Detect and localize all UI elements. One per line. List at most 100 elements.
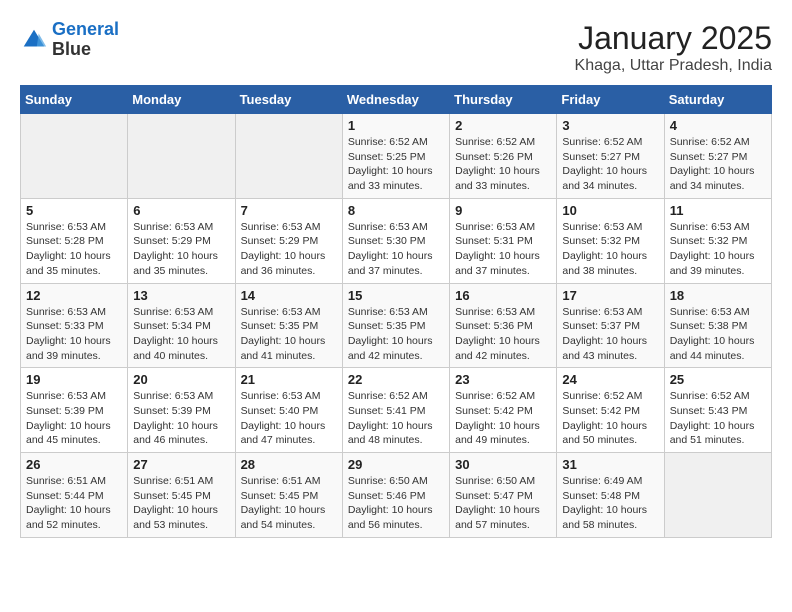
day-number: 15 [348,288,444,303]
logo-line1: General [52,19,119,39]
day-number: 31 [562,457,658,472]
calendar-cell: 24Sunrise: 6:52 AMSunset: 5:42 PMDayligh… [557,368,664,453]
day-number: 26 [26,457,122,472]
calendar-cell: 20 Sunrise: 6:53 AMSunset: 5:39 PMDayligh… [128,368,235,453]
day-number: 3 [562,118,658,133]
logo-line2: Blue [52,40,119,60]
day-info: Sunrise: 6:52 AMSunset: 5:42 PMDaylight:… [455,389,551,448]
weekday-header-thursday: Thursday [450,86,557,114]
day-number: 6 [133,203,229,218]
day-info: Sunrise: 6:53 AMSunset: 5:33 PMDaylight:… [26,305,122,364]
day-number: 14 [241,288,337,303]
week-row-4: 26 Sunrise: 6:51 AMSunset: 5:44 PMDayligh… [21,453,772,538]
day-number: 16 [455,288,551,303]
day-info: Sunrise: 6:53 AMSunset: 5:29 PMDaylight:… [241,220,337,279]
calendar-cell: 25 Sunrise: 6:52 AMSunset: 5:43 PMDayligh… [664,368,771,453]
weekday-header-sunday: Sunday [21,86,128,114]
day-number: 10 [562,203,658,218]
weekday-header-wednesday: Wednesday [342,86,449,114]
calendar-cell [21,114,128,199]
week-row-1: 5 Sunrise: 6:53 AMSunset: 5:28 PMDaylight… [21,198,772,283]
day-number: 23 [455,372,551,387]
calendar-cell: 19 Sunrise: 6:53 AMSunset: 5:39 PMDayligh… [21,368,128,453]
day-info: Sunrise: 6:52 AMSunset: 5:26 PMDaylight:… [455,135,551,194]
day-number: 13 [133,288,229,303]
day-number: 25 [670,372,766,387]
calendar-cell: 18 Sunrise: 6:53 AMSunset: 5:38 PMDayligh… [664,283,771,368]
day-number: 1 [348,118,444,133]
calendar-cell: 8Sunrise: 6:53 AMSunset: 5:30 PMDaylight… [342,198,449,283]
day-info: Sunrise: 6:53 AMSunset: 5:32 PMDaylight:… [670,220,766,279]
day-info: Sunrise: 6:53 AMSunset: 5:36 PMDaylight:… [455,305,551,364]
day-number: 11 [670,203,766,218]
weekday-header-monday: Monday [128,86,235,114]
calendar-cell: 9 Sunrise: 6:53 AMSunset: 5:31 PMDaylight… [450,198,557,283]
day-number: 27 [133,457,229,472]
calendar-cell: 2 Sunrise: 6:52 AMSunset: 5:26 PMDaylight… [450,114,557,199]
day-info: Sunrise: 6:53 AMSunset: 5:39 PMDaylight:… [26,389,122,448]
calendar-cell: 27 Sunrise: 6:51 AMSunset: 5:45 PMDayligh… [128,453,235,538]
week-row-2: 12 Sunrise: 6:53 AMSunset: 5:33 PMDayligh… [21,283,772,368]
calendar-cell: 11 Sunrise: 6:53 AMSunset: 5:32 PMDayligh… [664,198,771,283]
title-block: January 2025 Khaga, Uttar Pradesh, India [575,20,772,75]
day-number: 18 [670,288,766,303]
calendar-cell: 12 Sunrise: 6:53 AMSunset: 5:33 PMDayligh… [21,283,128,368]
day-number: 28 [241,457,337,472]
day-number: 5 [26,203,122,218]
calendar-cell: 4Sunrise: 6:52 AMSunset: 5:27 PMDaylight… [664,114,771,199]
day-number: 17 [562,288,658,303]
day-info: Sunrise: 6:52 AMSunset: 5:43 PMDaylight:… [670,389,766,448]
weekday-header-row: SundayMondayTuesdayWednesdayThursdayFrid… [21,86,772,114]
day-info: Sunrise: 6:52 AMSunset: 5:25 PMDaylight:… [348,135,444,194]
day-info: Sunrise: 6:53 AMSunset: 5:29 PMDaylight:… [133,220,229,279]
calendar-cell: 5 Sunrise: 6:53 AMSunset: 5:28 PMDaylight… [21,198,128,283]
day-info: Sunrise: 6:50 AMSunset: 5:47 PMDaylight:… [455,474,551,533]
day-number: 12 [26,288,122,303]
page-header: General Blue January 2025 Khaga, Uttar P… [20,20,772,75]
day-info: Sunrise: 6:51 AMSunset: 5:44 PMDaylight:… [26,474,122,533]
day-info: Sunrise: 6:53 AMSunset: 5:30 PMDaylight:… [348,220,444,279]
day-number: 9 [455,203,551,218]
logo: General Blue [20,20,119,60]
day-info: Sunrise: 6:53 AMSunset: 5:28 PMDaylight:… [26,220,122,279]
week-row-0: 1 Sunrise: 6:52 AMSunset: 5:25 PMDaylight… [21,114,772,199]
logo-icon [20,26,48,54]
calendar-cell: 29 Sunrise: 6:50 AMSunset: 5:46 PMDayligh… [342,453,449,538]
day-number: 7 [241,203,337,218]
day-info: Sunrise: 6:52 AMSunset: 5:27 PMDaylight:… [670,135,766,194]
calendar-cell: 13 Sunrise: 6:53 AMSunset: 5:34 PMDayligh… [128,283,235,368]
day-info: Sunrise: 6:53 AMSunset: 5:31 PMDaylight:… [455,220,551,279]
day-info: Sunrise: 6:53 AMSunset: 5:35 PMDaylight:… [348,305,444,364]
calendar-table: SundayMondayTuesdayWednesdayThursdayFrid… [20,85,772,538]
day-info: Sunrise: 6:53 AMSunset: 5:34 PMDaylight:… [133,305,229,364]
weekday-header-saturday: Saturday [664,86,771,114]
day-number: 21 [241,372,337,387]
calendar-cell: 22 Sunrise: 6:52 AMSunset: 5:41 PMDayligh… [342,368,449,453]
day-number: 2 [455,118,551,133]
day-info: Sunrise: 6:53 AMSunset: 5:40 PMDaylight:… [241,389,337,448]
day-info: Sunrise: 6:53 AMSunset: 5:39 PMDaylight:… [133,389,229,448]
day-info: Sunrise: 6:51 AMSunset: 5:45 PMDaylight:… [241,474,337,533]
calendar-cell: 10Sunrise: 6:53 AMSunset: 5:32 PMDayligh… [557,198,664,283]
month-title: January 2025 [575,20,772,57]
calendar-cell: 17Sunrise: 6:53 AMSunset: 5:37 PMDayligh… [557,283,664,368]
calendar-cell [128,114,235,199]
day-number: 19 [26,372,122,387]
calendar-cell [235,114,342,199]
day-info: Sunrise: 6:52 AMSunset: 5:41 PMDaylight:… [348,389,444,448]
day-info: Sunrise: 6:50 AMSunset: 5:46 PMDaylight:… [348,474,444,533]
logo-text: General Blue [52,20,119,60]
calendar-cell: 23 Sunrise: 6:52 AMSunset: 5:42 PMDayligh… [450,368,557,453]
week-row-3: 19 Sunrise: 6:53 AMSunset: 5:39 PMDayligh… [21,368,772,453]
calendar-cell: 21 Sunrise: 6:53 AMSunset: 5:40 PMDayligh… [235,368,342,453]
calendar-cell: 15 Sunrise: 6:53 AMSunset: 5:35 PMDayligh… [342,283,449,368]
day-number: 22 [348,372,444,387]
day-number: 29 [348,457,444,472]
day-info: Sunrise: 6:52 AMSunset: 5:27 PMDaylight:… [562,135,658,194]
calendar-cell: 16 Sunrise: 6:53 AMSunset: 5:36 PMDayligh… [450,283,557,368]
day-number: 20 [133,372,229,387]
day-info: Sunrise: 6:53 AMSunset: 5:38 PMDaylight:… [670,305,766,364]
calendar-cell: 6 Sunrise: 6:53 AMSunset: 5:29 PMDaylight… [128,198,235,283]
calendar-cell: 7 Sunrise: 6:53 AMSunset: 5:29 PMDaylight… [235,198,342,283]
day-info: Sunrise: 6:51 AMSunset: 5:45 PMDaylight:… [133,474,229,533]
